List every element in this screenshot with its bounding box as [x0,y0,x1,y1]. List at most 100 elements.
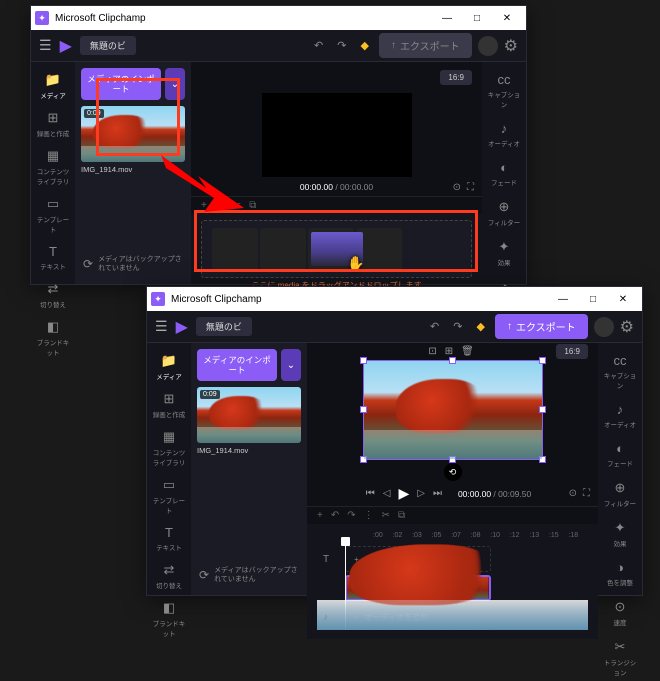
media-clip[interactable]: 0:09 IMG_1914.mov [197,387,301,455]
aspect-ratio-badge[interactable]: 16:9 [440,70,472,85]
rail-text[interactable]: Tテキスト [33,240,73,275]
left-rail: 📁メディア ⊞録画と作成 ▦コンテンツライブラリ ▭テンプレート Tテキスト ⇄… [31,62,75,284]
rail-transitions[interactable]: ⇄切り替え [149,558,189,594]
rotate-button[interactable]: ⟲ [444,463,462,481]
close-button[interactable]: ✕ [492,6,522,30]
titlebar: ✦ Microsoft Clipchamp — □ ✕ [147,287,642,311]
rail-audio[interactable]: ♪オーディオ [484,117,524,152]
rail-text[interactable]: Tテキスト [149,521,189,556]
zoom-icon[interactable]: ⊙ [569,488,577,499]
rail-record[interactable]: ⊞録画と作成 [33,106,73,142]
premium-icon[interactable]: ◆ [356,35,372,56]
settings-icon[interactable]: ⚙ [504,36,518,56]
rail-media[interactable]: 📁メディア [33,68,73,104]
rail-filter[interactable]: ⊕フィルター [600,476,640,512]
rail-record[interactable]: ⊞録画と作成 [149,387,189,423]
rail-templates[interactable]: ▭テンプレート [33,192,73,238]
play-button[interactable]: ▶ [398,485,409,502]
rail-effects[interactable]: ✦効果 [600,516,640,552]
fit-icon[interactable]: ⊞ [445,346,453,357]
handle-tr[interactable] [539,357,546,364]
zoom-icon[interactable]: ⊙ [453,182,461,193]
document-title[interactable]: 無題の‍ビ [196,317,252,336]
rail-filter[interactable]: ⊕フィルター [484,195,524,231]
sync-icon: ⟳ [83,257,93,271]
import-dropdown-button[interactable]: ⌄ [165,68,185,100]
cut-icon[interactable]: ✂ [382,510,390,521]
undo-icon[interactable]: ↶ [310,35,327,56]
avatar[interactable] [594,317,614,337]
prev-frame-icon[interactable]: ◁ [383,488,391,499]
rail-captions[interactable]: ccキャプション [484,68,524,113]
handle-br[interactable] [539,456,546,463]
next-frame-icon[interactable]: ▷ [417,488,425,499]
minimize-button[interactable]: — [432,6,462,30]
handle-b[interactable] [449,456,456,463]
rail-templates[interactable]: ▭テンプレート [149,473,189,519]
avatar[interactable] [478,36,498,56]
export-button[interactable]: ↑ エクスポート [495,314,588,339]
redo-icon[interactable]: ↷ [333,35,350,56]
split-icon[interactable]: ⧉ [398,510,405,521]
grab-cursor-icon: ✋ [347,255,364,272]
trash-icon[interactable]: 🗑 [461,346,474,357]
right-rail: ccキャプション ♪オーディオ ◐フェード ⊕フィルター ✦効果 ◑色を調整 ⊙… [482,62,526,284]
rail-transitions[interactable]: ⇄切り替え [33,277,73,313]
fullscreen-icon[interactable]: ⛶ [583,488,590,499]
rail-library[interactable]: ▦コンテンツライブラリ [33,144,73,190]
clipchamp-window-before: ✦ Microsoft Clipchamp — □ ✕ ☰ ▶ 無題の‍ビ ↶ … [30,5,527,285]
preview-canvas-empty[interactable] [262,93,412,177]
import-dropdown-button[interactable]: ⌄ [281,349,301,381]
handle-t[interactable] [449,357,456,364]
import-media-button[interactable]: メディアのインポート [81,68,161,100]
rail-fade[interactable]: ◐フェード [484,156,524,191]
skip-fwd-icon[interactable]: ⏭ [433,488,442,499]
minimize-button[interactable]: — [548,287,578,311]
import-media-button[interactable]: メディアのインポート [197,349,277,381]
handle-r[interactable] [539,406,546,413]
handle-bl[interactable] [360,456,367,463]
rail-audio[interactable]: ♪オーディオ [600,398,640,433]
export-button[interactable]: ↑ エクスポート [379,33,472,58]
video-track-clip[interactable] [345,575,491,601]
rail-media[interactable]: 📁メディア [149,349,189,385]
skip-back-icon[interactable]: ⏮ [366,488,375,499]
app-icon: ✦ [151,292,165,306]
fullscreen-icon[interactable]: ⛶ [467,182,474,193]
maximize-button[interactable]: □ [462,6,492,30]
rail-captions[interactable]: ccキャプション [600,349,640,394]
menu-icon[interactable]: ☰ [155,318,168,335]
timeline-area: :00:02:03:05:07:08:10:12:13:15:18 T+テキスト… [307,524,598,639]
handle-l[interactable] [360,406,367,413]
timeline-toolbar: + ↶ ↷ ⋮ ✂ ⧉ [307,506,598,524]
backup-status: ⟳ メディアはバックアップされていません [81,251,185,278]
close-button[interactable]: ✕ [608,287,638,311]
time-ruler[interactable]: :00:02:03:05:07:08:10:12:13:15:18 [345,530,588,543]
rail-transition[interactable]: ✂トランジション [600,635,640,681]
add-icon[interactable]: + [317,510,323,521]
split-icon[interactable]: ⧉ [249,200,256,211]
rail-speed[interactable]: ⊙速度 [600,595,640,631]
rail-library[interactable]: ▦コンテンツライブラリ [149,425,189,471]
redo-icon[interactable]: ↷ [449,316,466,337]
aspect-ratio-badge[interactable]: 16:9 [556,344,588,359]
maximize-button[interactable]: □ [578,287,608,311]
crop-icon[interactable]: ⊡ [428,346,436,357]
premium-icon[interactable]: ◆ [472,316,488,337]
rail-brand[interactable]: ◧ブランドキット [33,315,73,361]
rail-color[interactable]: ◑色を調整 [600,556,640,591]
rail-effects[interactable]: ✦効果 [484,235,524,271]
tl-undo-icon[interactable]: ↶ [331,510,339,521]
timeline-dropzone[interactable]: ✋ ここに media をドラッグアンドドロップします [201,220,472,278]
preview-canvas[interactable] [363,360,543,460]
menu-icon[interactable]: ☰ [39,37,52,54]
dragging-clip[interactable]: ✋ [311,232,363,266]
settings-icon[interactable]: ⚙ [620,317,634,337]
export-icon: ↑ [391,40,396,51]
rail-fade[interactable]: ◐フェード [600,437,640,472]
document-title[interactable]: 無題の‍ビ [80,36,136,55]
rail-brand[interactable]: ◧ブランドキット [149,596,189,642]
handle-tl[interactable] [360,357,367,364]
tl-redo-icon[interactable]: ↷ [347,510,355,521]
undo-icon[interactable]: ↶ [426,316,443,337]
